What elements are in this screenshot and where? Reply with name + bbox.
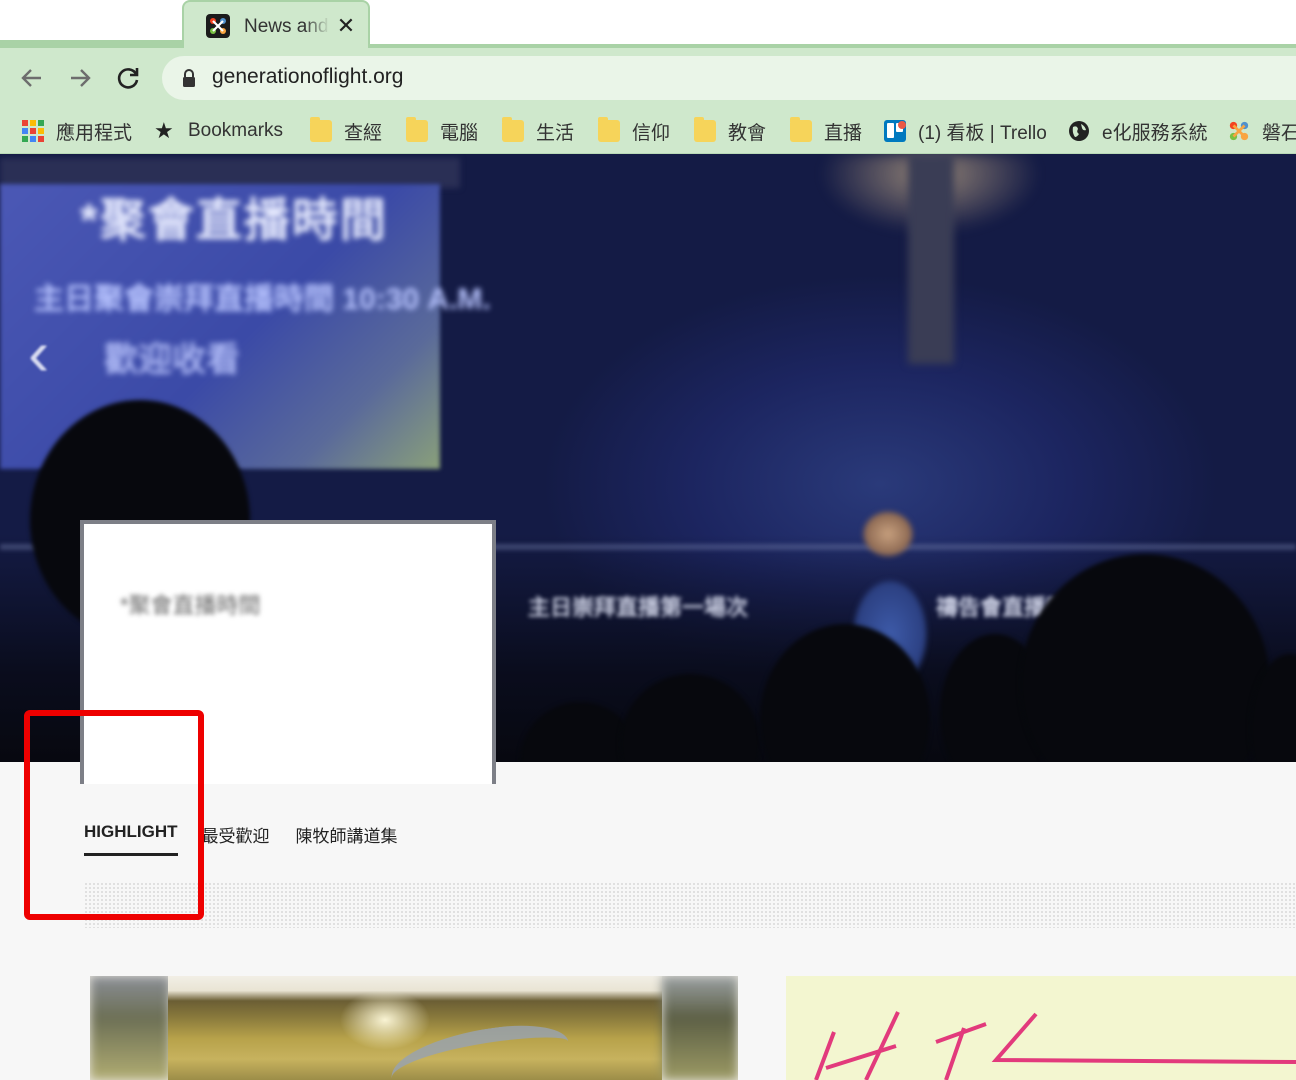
folder-icon bbox=[502, 117, 524, 142]
reload-icon[interactable] bbox=[110, 60, 146, 96]
folder-icon bbox=[790, 117, 812, 142]
folder-icon bbox=[406, 117, 428, 142]
bookmark-rock[interactable]: 磐石 bbox=[1228, 114, 1296, 148]
bookmark-bookmarks[interactable]: ★ Bookmarks bbox=[154, 114, 283, 148]
bookmark-label: 生活 bbox=[536, 122, 575, 144]
tab-most-popular[interactable]: 最受歡迎 bbox=[202, 816, 270, 856]
thumbnail-edge bbox=[662, 976, 738, 1080]
bookmark-folder[interactable]: 直播 bbox=[790, 114, 862, 148]
address-bar[interactable]: generationoflight.org bbox=[162, 56, 1296, 100]
screen-line: 歡迎收看 bbox=[104, 341, 240, 379]
url-text: generationoflight.org bbox=[212, 65, 404, 88]
browser-toolbar: generationoflight.org bbox=[0, 48, 1296, 108]
bookmark-label: 電腦 bbox=[440, 122, 479, 144]
bookmark-e-service[interactable]: e化服務系統 bbox=[1068, 114, 1208, 148]
browser-tab[interactable]: News and ✕ bbox=[182, 0, 370, 52]
screen-title: *聚會直播時間 bbox=[80, 194, 388, 246]
bookmark-folder[interactable]: 教會 bbox=[694, 114, 766, 148]
bookmark-label: 教會 bbox=[728, 122, 767, 144]
slide-card-title: *聚會直播時間 bbox=[120, 593, 261, 618]
back-arrow-icon[interactable] bbox=[14, 60, 50, 96]
bookmark-label: 磐石 bbox=[1262, 122, 1296, 144]
joomla-icon bbox=[1229, 121, 1249, 141]
lock-icon bbox=[183, 69, 195, 87]
chevron-left-icon[interactable]: ‹ bbox=[28, 316, 49, 390]
apps-grid-icon bbox=[22, 120, 44, 142]
bookmark-label: 信仰 bbox=[632, 122, 671, 144]
screen-subtitle: 主日聚會崇拜直播時間 10:30 A.M. bbox=[34, 283, 491, 316]
bookmarks-bar: 應用程式 ★ Bookmarks 查經 電腦 生活 信仰 教會 直播 (1) 看… bbox=[0, 108, 1296, 154]
tab-sermons[interactable]: 陳牧師講道集 bbox=[296, 816, 398, 856]
star-icon: ★ bbox=[154, 118, 174, 143]
tab-close-icon[interactable]: ✕ bbox=[334, 12, 358, 40]
calligraphy-graphic bbox=[814, 1011, 1296, 1080]
stage-cross bbox=[908, 154, 954, 364]
bookmark-folder[interactable]: 信仰 bbox=[598, 114, 670, 148]
bookmark-label: 直播 bbox=[824, 122, 863, 144]
folder-icon bbox=[310, 117, 332, 142]
bookmark-label: 查經 bbox=[344, 122, 383, 144]
tab-title: News and bbox=[244, 16, 329, 37]
bookmark-label: e化服務系統 bbox=[1102, 122, 1208, 144]
bookmark-label: (1) 看板 | Trello bbox=[918, 122, 1047, 144]
trello-icon bbox=[884, 120, 906, 142]
bookmark-label: 應用程式 bbox=[56, 122, 133, 144]
joomla-favicon-icon bbox=[206, 14, 230, 38]
tab-strip-edge bbox=[0, 40, 185, 48]
bookmark-folder[interactable]: 電腦 bbox=[406, 114, 478, 148]
bookmark-label: Bookmarks bbox=[188, 120, 284, 141]
thumbnail-edge bbox=[90, 976, 170, 1080]
folder-icon bbox=[694, 117, 716, 142]
sun-glow bbox=[340, 990, 430, 1050]
bookmark-folder[interactable]: 生活 bbox=[502, 114, 574, 148]
dotted-divider bbox=[84, 882, 1296, 928]
forward-arrow-icon[interactable] bbox=[62, 60, 98, 96]
folder-icon bbox=[598, 117, 620, 142]
annotation-highlight-box bbox=[24, 710, 204, 920]
globe-icon bbox=[1069, 121, 1089, 141]
bookmark-trello[interactable]: (1) 看板 | Trello bbox=[884, 114, 1047, 148]
tab-strip: News and ✕ bbox=[0, 0, 1296, 52]
bookmark-folder[interactable]: 查經 bbox=[310, 114, 382, 148]
article-thumbnail[interactable] bbox=[90, 976, 738, 1080]
bookmark-apps[interactable]: 應用程式 bbox=[22, 114, 132, 148]
article-thumbnail[interactable] bbox=[786, 976, 1296, 1080]
slide-caption[interactable]: 主日崇拜直播第一場次 bbox=[528, 590, 748, 622]
